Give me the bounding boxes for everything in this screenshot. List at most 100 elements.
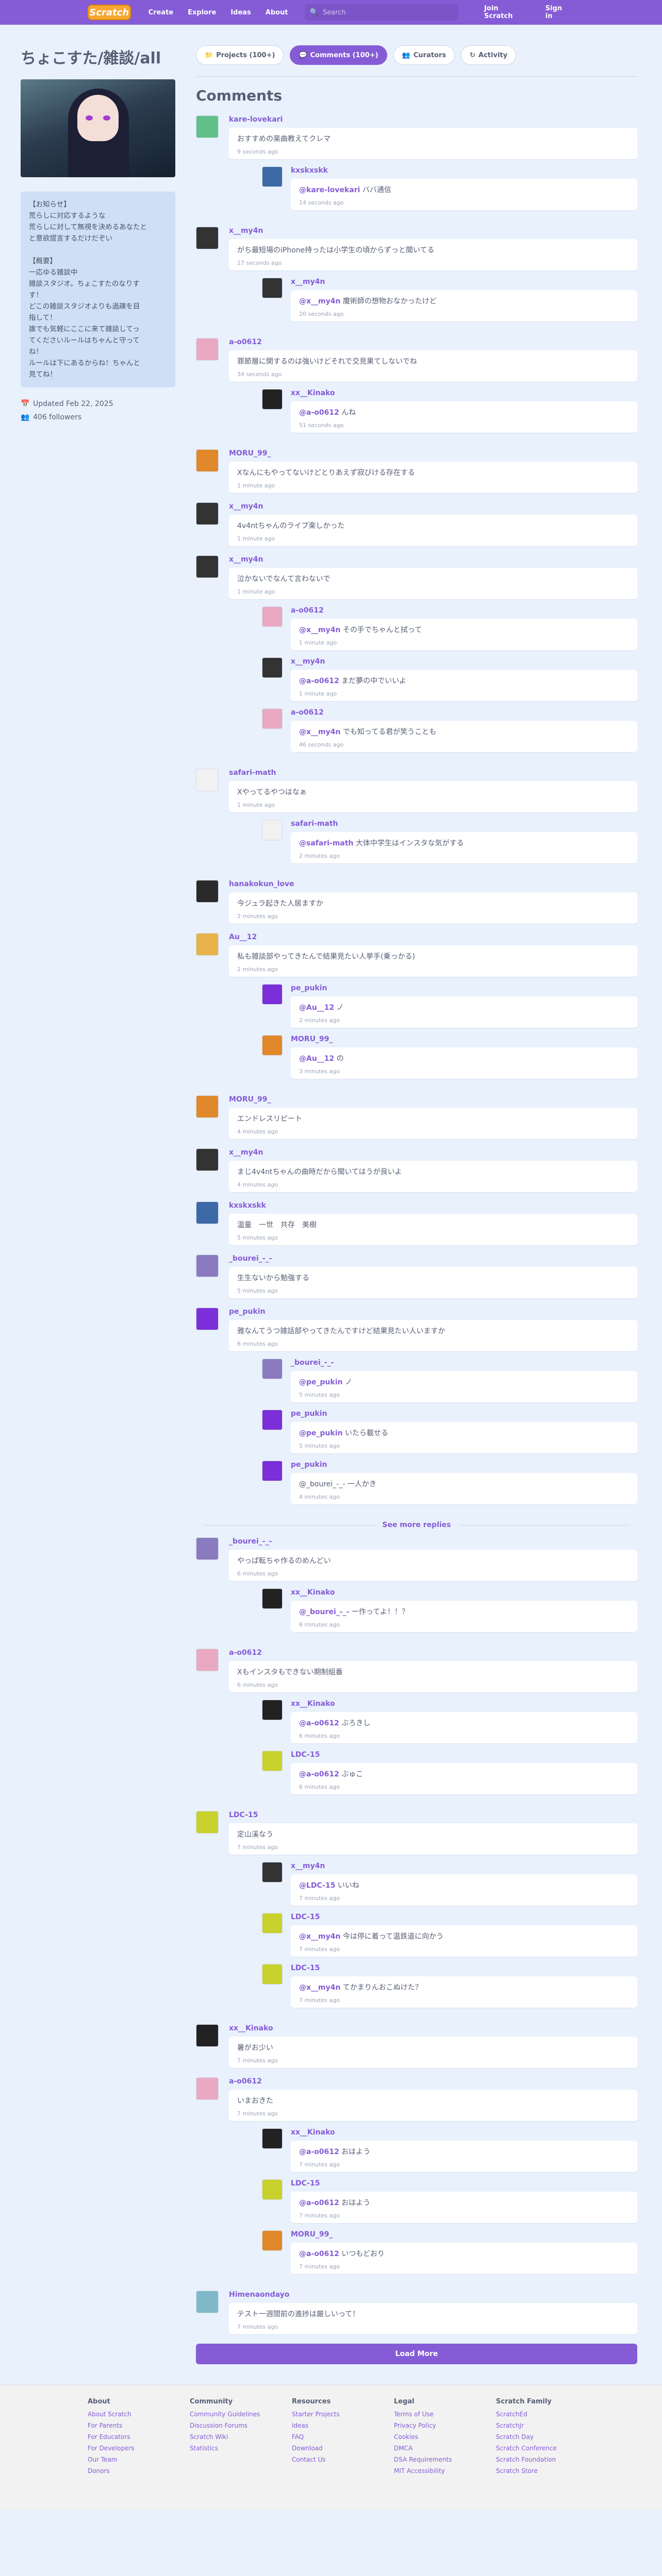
comment-mention[interactable]: @a-o0612 (299, 2250, 339, 2258)
user-avatar[interactable] (196, 769, 219, 791)
comment-mention[interactable]: @x__my4n (299, 297, 340, 306)
comment-mention[interactable]: @a-o0612 (299, 1719, 339, 1727)
search-input[interactable]: 🔍 Search (304, 4, 459, 21)
comment-username[interactable]: x__my4n (291, 1862, 637, 1870)
comment-username[interactable]: MORU_99_ (291, 2230, 637, 2239)
user-avatar[interactable] (262, 2230, 283, 2251)
comment-username[interactable]: x__my4n (229, 502, 637, 511)
footer-link[interactable]: About Scratch (88, 2411, 190, 2418)
footer-link[interactable]: ScratchJr (496, 2422, 598, 2429)
comment-mention[interactable]: @kare-lovekari (299, 186, 360, 194)
footer-link[interactable]: For Educators (88, 2433, 190, 2441)
comment-mention[interactable]: @a-o0612 (299, 677, 339, 685)
comment-username[interactable]: xx__Kinako (291, 389, 637, 397)
footer-link[interactable]: FAQ (292, 2433, 394, 2441)
comment-username[interactable]: LDC-15 (291, 1964, 637, 1972)
user-avatar[interactable] (196, 115, 219, 138)
user-avatar[interactable] (196, 880, 219, 903)
comment-mention[interactable]: @x__my4n (299, 1933, 340, 1941)
footer-link[interactable]: Statistics (190, 2445, 292, 2452)
comment-username[interactable]: kxskxskk (229, 1201, 637, 1210)
footer-link[interactable]: Discussion Forums (190, 2422, 292, 2429)
user-avatar[interactable] (196, 1811, 219, 1834)
user-avatar[interactable] (196, 2024, 219, 2047)
comment-username[interactable]: _bourei_-_- (291, 1359, 637, 1367)
user-avatar[interactable] (196, 502, 219, 525)
comment-mention[interactable]: @LDC-15 (299, 1882, 335, 1890)
footer-link[interactable]: Scratch Foundation (496, 2456, 598, 2463)
comment-username[interactable]: kare-lovekari (229, 115, 637, 124)
nav-explore[interactable]: Explore (188, 9, 216, 16)
user-avatar[interactable] (196, 1537, 219, 1560)
comment-username[interactable]: MORU_99_ (291, 1035, 637, 1043)
user-avatar[interactable] (196, 555, 219, 578)
footer-link[interactable]: Download (292, 2445, 394, 2452)
user-avatar[interactable] (262, 708, 283, 729)
user-avatar[interactable] (262, 1035, 283, 1056)
load-more-button[interactable]: Load More (196, 2344, 637, 2364)
sign-in-link[interactable]: Sign in (545, 5, 571, 20)
comment-username[interactable]: xx__Kinako (291, 1588, 637, 1597)
comment-mention[interactable]: @x__my4n (299, 728, 340, 736)
user-avatar[interactable] (196, 1255, 219, 1277)
nav-create[interactable]: Create (148, 9, 174, 16)
footer-link[interactable]: Scratch Day (496, 2433, 598, 2441)
join-scratch-link[interactable]: Join Scratch (484, 5, 529, 20)
footer-link[interactable]: Scratch Conference (496, 2445, 598, 2452)
user-avatar[interactable] (262, 1461, 283, 1481)
nav-ideas[interactable]: Ideas (230, 9, 251, 16)
comment-mention[interactable]: @Au__12 (299, 1055, 334, 1063)
comment-mention[interactable]: @safari-math (299, 839, 354, 848)
comment-username[interactable]: x__my4n (291, 657, 637, 666)
user-avatar[interactable] (262, 606, 283, 627)
comment-username[interactable]: pe_pukin (291, 1461, 637, 1469)
user-avatar[interactable] (196, 338, 219, 361)
user-avatar[interactable] (262, 1751, 283, 1771)
comment-username[interactable]: xx__Kinako (291, 2128, 637, 2137)
comment-username[interactable]: MORU_99_ (229, 1095, 637, 1104)
comment-username[interactable]: kxskxskk (291, 166, 637, 175)
footer-link[interactable]: Community Guidelines (190, 2411, 292, 2418)
see-more-replies-link[interactable]: See more replies (196, 1521, 637, 1529)
user-avatar[interactable] (262, 2179, 283, 2200)
user-avatar[interactable] (262, 1410, 283, 1430)
comment-username[interactable]: a-o0612 (229, 1649, 637, 1657)
footer-link[interactable]: Scratch Store (496, 2467, 598, 2475)
comment-username[interactable]: safari-math (291, 820, 637, 828)
user-avatar[interactable] (262, 1964, 283, 1985)
user-avatar[interactable] (262, 1359, 283, 1379)
nav-about[interactable]: About (266, 9, 288, 16)
comment-username[interactable]: LDC-15 (229, 1811, 637, 1819)
comment-username[interactable]: _bourei_-_- (229, 1255, 637, 1263)
comment-username[interactable]: LDC-15 (291, 1751, 637, 1759)
user-avatar[interactable] (262, 1913, 283, 1934)
footer-link[interactable]: DSA Requirements (394, 2456, 496, 2463)
user-avatar[interactable] (196, 449, 219, 472)
comment-mention[interactable]: @pe_pukin (299, 1429, 343, 1437)
user-avatar[interactable] (196, 1148, 219, 1171)
comment-username[interactable]: a-o0612 (229, 2077, 637, 2086)
footer-link[interactable]: Starter Projects (292, 2411, 394, 2418)
user-avatar[interactable] (262, 657, 283, 678)
comment-username[interactable]: pe_pukin (291, 1410, 637, 1418)
comment-mention[interactable]: @a-o0612 (299, 2199, 339, 2207)
comment-username[interactable]: a-o0612 (291, 606, 637, 615)
footer-link[interactable]: Terms of Use (394, 2411, 496, 2418)
tab-curators[interactable]: 👥 Curators (393, 45, 455, 65)
comment-username[interactable]: pe_pukin (229, 1308, 637, 1316)
comment-username[interactable]: hanakokun_love (229, 880, 637, 888)
comment-username[interactable]: safari-math (229, 769, 637, 777)
comment-mention[interactable]: @_bourei_-_- (299, 1608, 349, 1616)
footer-link[interactable]: Contact Us (292, 2456, 394, 2463)
comment-username[interactable]: pe_pukin (291, 984, 637, 992)
footer-link[interactable]: For Developers (88, 2445, 190, 2452)
user-avatar[interactable] (196, 2291, 219, 2313)
comment-mention[interactable]: @pe_pukin (299, 1378, 343, 1386)
comment-username[interactable]: _bourei_-_- (229, 1537, 637, 1546)
user-avatar[interactable] (196, 1649, 219, 1671)
footer-link[interactable]: Ideas (292, 2422, 394, 2429)
comment-mention[interactable]: @x__my4n (299, 626, 340, 634)
comment-mention[interactable]: @a-o0612 (299, 2148, 339, 2156)
footer-link[interactable]: MIT Accessibility (394, 2467, 496, 2475)
footer-link[interactable]: Cookies (394, 2433, 496, 2441)
